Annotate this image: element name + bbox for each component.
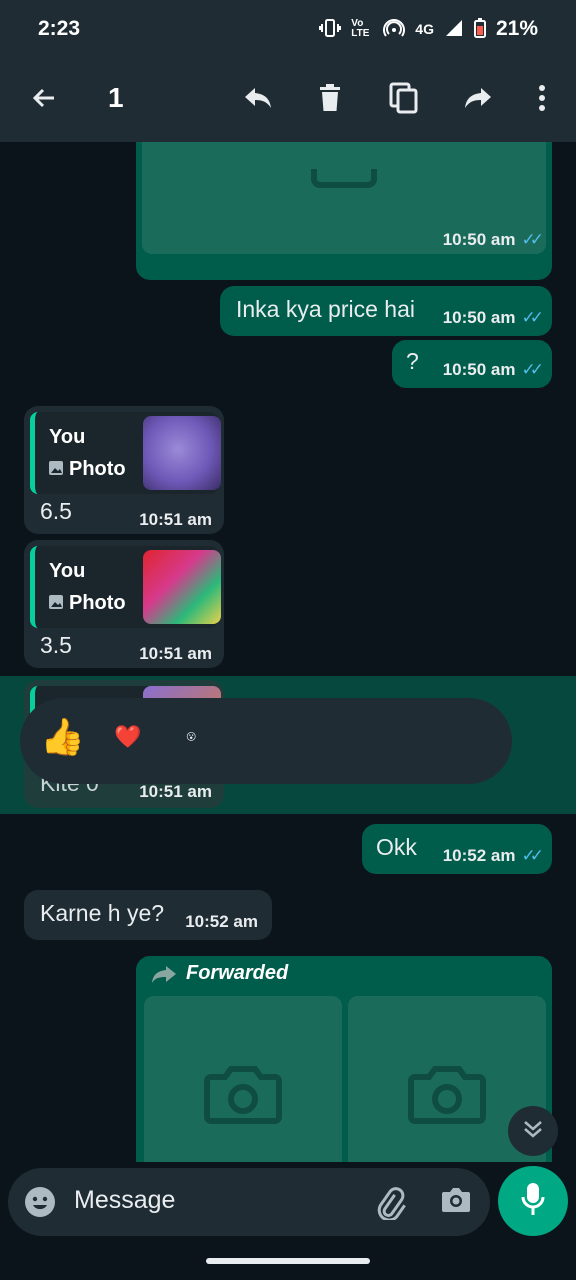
message-text: Inka kya price hai <box>236 296 415 322</box>
voice-record-button[interactable] <box>498 1166 568 1236</box>
message-meta: 10:51 am <box>139 782 212 802</box>
quoted-message[interactable]: You Photo <box>30 412 221 494</box>
more-vertical-icon <box>538 84 546 117</box>
quote-author: You <box>49 426 86 448</box>
double-check-icon: ✓✓ <box>521 230 544 249</box>
network-label: 4G <box>415 21 434 37</box>
message-time: 10:50 am <box>442 308 516 327</box>
heart-reaction[interactable]: ❤️ <box>114 724 141 750</box>
emoji-icon <box>24 1187 56 1222</box>
quote-type-label: Photo <box>69 458 126 480</box>
message-meta: 10:50 am ✓✓ <box>442 360 544 380</box>
quote-type: Photo <box>49 458 126 481</box>
double-chevron-down-icon <box>522 1119 544 1144</box>
status-icons: Vo LTE 4G 21% <box>319 17 538 41</box>
message-bubble-outgoing[interactable]: Inka kya price hai 10:50 am ✓✓ <box>220 286 552 336</box>
message-bubble-outgoing[interactable]: ? 10:50 am ✓✓ <box>392 340 552 388</box>
message-input[interactable]: Message <box>74 1186 175 1215</box>
surprised-reaction[interactable]: 😮 <box>186 732 196 743</box>
forward-small-icon <box>150 964 178 989</box>
selected-count: 1 <box>108 82 124 113</box>
microphone-icon <box>520 1181 546 1222</box>
reply-icon <box>243 85 273 116</box>
message-meta: 10:50 am ✓✓ <box>442 230 544 250</box>
message-meta: 10:52 am ✓✓ <box>442 846 544 866</box>
double-check-icon: ✓✓ <box>521 308 544 327</box>
double-check-icon: ✓✓ <box>521 846 544 865</box>
camera-button[interactable] <box>440 1186 472 1219</box>
image-icon <box>49 458 63 481</box>
quote-thumbnail <box>143 550 221 624</box>
album-photo-1[interactable] <box>144 996 342 1162</box>
message-time: 10:52 am <box>185 912 258 931</box>
message-time: 10:51 am <box>139 644 212 663</box>
message-meta: 10:52 am <box>185 912 258 932</box>
status-bar: 2:23 Vo LTE 4G 21% <box>0 0 576 58</box>
volte-label: Vo LTE <box>351 18 370 39</box>
double-check-icon: ✓✓ <box>521 360 544 379</box>
chat-area[interactable]: 10:50 am ✓✓ Inka kya price hai 10:50 am … <box>0 142 576 1162</box>
battery-percent: 21% <box>495 17 538 40</box>
image-icon <box>49 592 63 615</box>
message-text: 6.5 <box>40 498 72 524</box>
emoji-button[interactable] <box>24 1186 56 1223</box>
selection-app-bar: 1 <box>0 58 576 142</box>
copy-icon <box>389 82 419 119</box>
paperclip-icon <box>372 1187 406 1224</box>
quote-type: Photo <box>49 592 126 615</box>
signal-icon <box>444 18 464 41</box>
camera-icon <box>440 1188 472 1218</box>
camera-icon <box>304 168 384 214</box>
reaction-picker: 👍 ❤️ 😮 <box>20 698 512 784</box>
message-bubble-incoming[interactable]: Karne h ye? 10:52 am <box>24 890 272 940</box>
quote-author: You <box>49 560 86 582</box>
reply-button[interactable] <box>236 78 280 122</box>
message-bubble-forwarded[interactable] <box>136 956 552 1162</box>
message-bubble-outgoing-media[interactable]: 10:50 am ✓✓ <box>136 142 552 280</box>
hotspot-icon <box>383 18 406 41</box>
message-text: 3.5 <box>40 632 72 658</box>
message-time: 10:51 am <box>139 510 212 529</box>
message-time: 10:50 am <box>442 360 516 379</box>
camera-icon <box>407 1063 487 1130</box>
vibrate-icon <box>319 18 342 41</box>
forwarded-label: Forwarded <box>186 962 289 984</box>
message-bubble-incoming-reply[interactable]: You Photo 3.5 10:51 am <box>24 540 224 668</box>
scroll-to-bottom-button[interactable] <box>508 1106 558 1156</box>
message-bubble-outgoing[interactable]: Okk 10:52 am ✓✓ <box>362 824 552 874</box>
message-meta: 10:51 am <box>139 510 212 530</box>
message-text: Karne h ye? <box>40 900 165 926</box>
quoted-message[interactable]: You Photo <box>30 546 221 628</box>
home-indicator[interactable] <box>206 1258 370 1264</box>
back-button[interactable] <box>22 78 66 122</box>
trash-icon <box>318 83 342 117</box>
status-time: 2:23 <box>38 17 81 40</box>
message-time: 10:51 am <box>139 782 212 801</box>
message-time: 10:52 am <box>442 846 516 865</box>
message-text: ? <box>406 348 419 374</box>
message-bubble-incoming-reply[interactable]: You Photo 6.5 10:51 am <box>24 406 224 534</box>
thumbs-up-reaction[interactable]: 👍 <box>40 716 85 758</box>
message-composer: Message <box>8 1168 490 1236</box>
more-options-button[interactable] <box>520 78 564 122</box>
quote-type-label: Photo <box>69 592 126 614</box>
camera-icon <box>203 1063 283 1130</box>
quote-thumbnail <box>143 416 221 490</box>
message-time: 10:50 am <box>442 230 516 249</box>
forward-button[interactable] <box>456 78 500 122</box>
forward-icon <box>463 85 493 116</box>
attach-button[interactable] <box>372 1186 406 1225</box>
arrow-left-icon <box>30 84 58 117</box>
message-text: Okk <box>376 834 417 860</box>
message-meta: 10:51 am <box>139 644 212 664</box>
delete-button[interactable] <box>308 78 352 122</box>
battery-icon <box>473 17 486 41</box>
copy-button[interactable] <box>382 78 426 122</box>
message-meta: 10:50 am ✓✓ <box>442 308 544 328</box>
